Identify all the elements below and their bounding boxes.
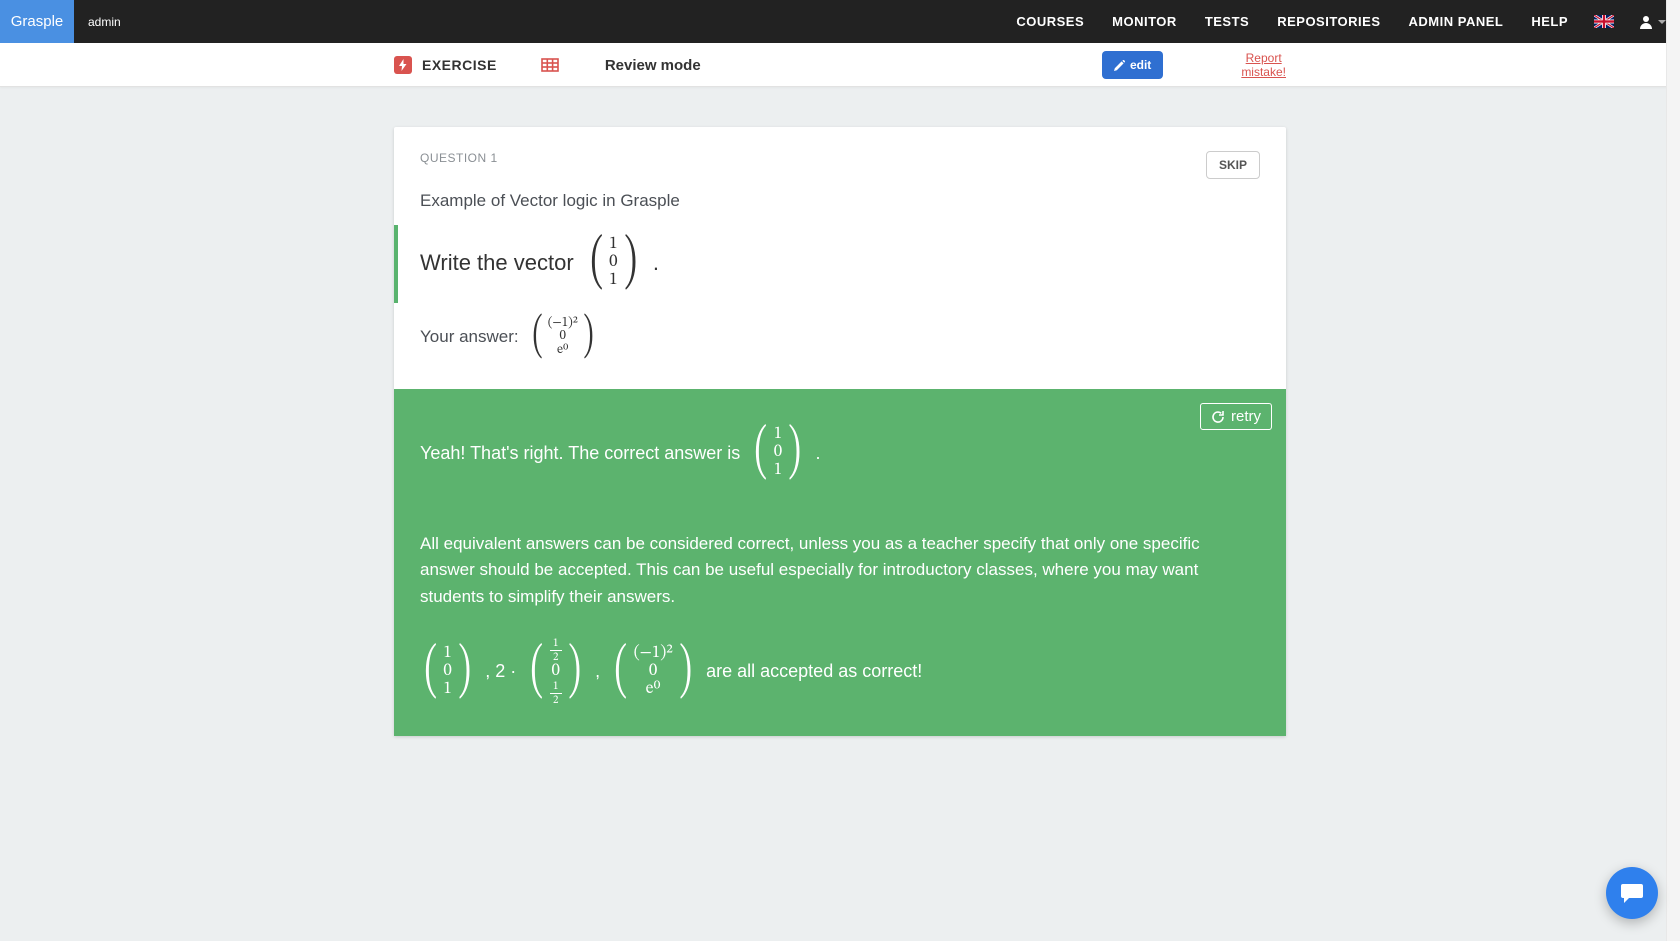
nav-admin-panel[interactable]: ADMIN PANEL — [1395, 0, 1518, 43]
prompt-text: Write the vector — [420, 250, 574, 276]
ex-vec-2: ( 12 0 12 ) — [526, 638, 585, 706]
exercise-tag: EXERCISE — [422, 57, 497, 73]
nav-monitor[interactable]: MONITOR — [1098, 0, 1191, 43]
feedback-headline: Yeah! That's right. The correct answer i… — [420, 443, 740, 464]
chat-fab[interactable] — [1606, 867, 1658, 919]
feedback-head-post: . — [816, 443, 821, 464]
exercise-card: QUESTION 1 SKIP Example of Vector logic … — [394, 127, 1286, 736]
vec-entry: 0 — [609, 254, 617, 272]
vec-entry: 0 — [551, 663, 559, 681]
vec-entry: 0 — [443, 663, 451, 681]
language-flag-uk[interactable] — [1582, 0, 1626, 43]
exercise-bolt-icon — [394, 56, 412, 74]
vec-entry: 1 — [443, 645, 451, 663]
retry-button[interactable]: retry — [1200, 403, 1272, 430]
feedback-panel: retry Yeah! That's right. The correct an… — [394, 389, 1286, 736]
question-number: QUESTION 1 — [420, 151, 498, 165]
nav-tests[interactable]: TESTS — [1191, 0, 1263, 43]
skip-button[interactable]: SKIP — [1206, 151, 1260, 179]
vec-entry: (−1)² — [634, 645, 673, 663]
vec-entry: e⁰ — [646, 681, 661, 699]
vec-entry: 1 — [443, 681, 451, 699]
vec-entry: e⁰ — [557, 344, 568, 358]
report-line1: Report — [1246, 51, 1282, 65]
ex-vec-1: ( 1 0 1 ) — [420, 642, 475, 702]
vec-entry: 0 — [774, 444, 782, 462]
chat-icon — [1619, 880, 1645, 906]
vec-entry: 0 — [649, 663, 657, 681]
role-label: admin — [74, 0, 135, 43]
correct-vector: ( 1 0 1 ) — [750, 423, 805, 483]
ex-sep-1: , 2 · — [485, 661, 516, 682]
ex-vec-3: ( (−1)² 0 e⁰ ) — [610, 642, 696, 702]
vec-entry: 12 — [550, 638, 562, 663]
edit-button[interactable]: edit — [1102, 51, 1163, 79]
mode-title: Review mode — [605, 57, 701, 74]
ex-sep-2: , — [595, 661, 600, 682]
report-mistake-link[interactable]: Report mistake! — [1241, 51, 1286, 80]
brand-logo[interactable]: Grasple — [0, 0, 74, 43]
your-answer-row: Your answer: ( (−1)² 0 e⁰ ) — [394, 303, 1286, 389]
question-title: Example of Vector logic in Grasple — [394, 179, 1286, 211]
question-prompt: Write the vector ( 1 0 1 ) . — [394, 225, 1286, 303]
vec-entry: 12 — [550, 681, 562, 706]
grid-icon[interactable] — [541, 58, 559, 72]
vec-entry: 1 — [609, 272, 617, 290]
refresh-icon — [1211, 410, 1225, 424]
top-navbar: Grasple admin COURSES MONITOR TESTS REPO… — [0, 0, 1680, 43]
ex-trail: are all accepted as correct! — [706, 661, 922, 682]
nav-courses[interactable]: COURSES — [1002, 0, 1098, 43]
nav-help[interactable]: HELP — [1517, 0, 1582, 43]
vec-entry: 1 — [609, 236, 617, 254]
feedback-body: All equivalent answers can be considered… — [420, 531, 1220, 610]
pencil-icon — [1114, 60, 1125, 71]
user-icon — [1640, 15, 1652, 29]
vec-entry: 1 — [774, 462, 782, 480]
your-answer-label: Your answer: — [420, 327, 519, 347]
prompt-vector: ( 1 0 1 ) — [586, 233, 641, 293]
mode-bar: EXERCISE Review mode edit Report mistake… — [0, 43, 1680, 87]
vec-entry: 0 — [560, 330, 566, 344]
report-line2: mistake! — [1241, 65, 1286, 79]
edit-button-label: edit — [1130, 58, 1151, 72]
vec-entry: (−1)² — [548, 317, 578, 331]
prompt-trail: . — [653, 250, 659, 276]
page-scrollbar[interactable] — [1666, 0, 1680, 941]
vec-entry: 1 — [774, 426, 782, 444]
chevron-down-icon — [1658, 20, 1666, 24]
feedback-examples: ( 1 0 1 ) , 2 · ( 12 0 12 ) — [420, 638, 1260, 706]
your-answer-vector: ( (−1)² 0 e⁰ ) — [529, 313, 597, 361]
retry-label: retry — [1231, 408, 1261, 425]
nav-repositories[interactable]: REPOSITORIES — [1263, 0, 1394, 43]
